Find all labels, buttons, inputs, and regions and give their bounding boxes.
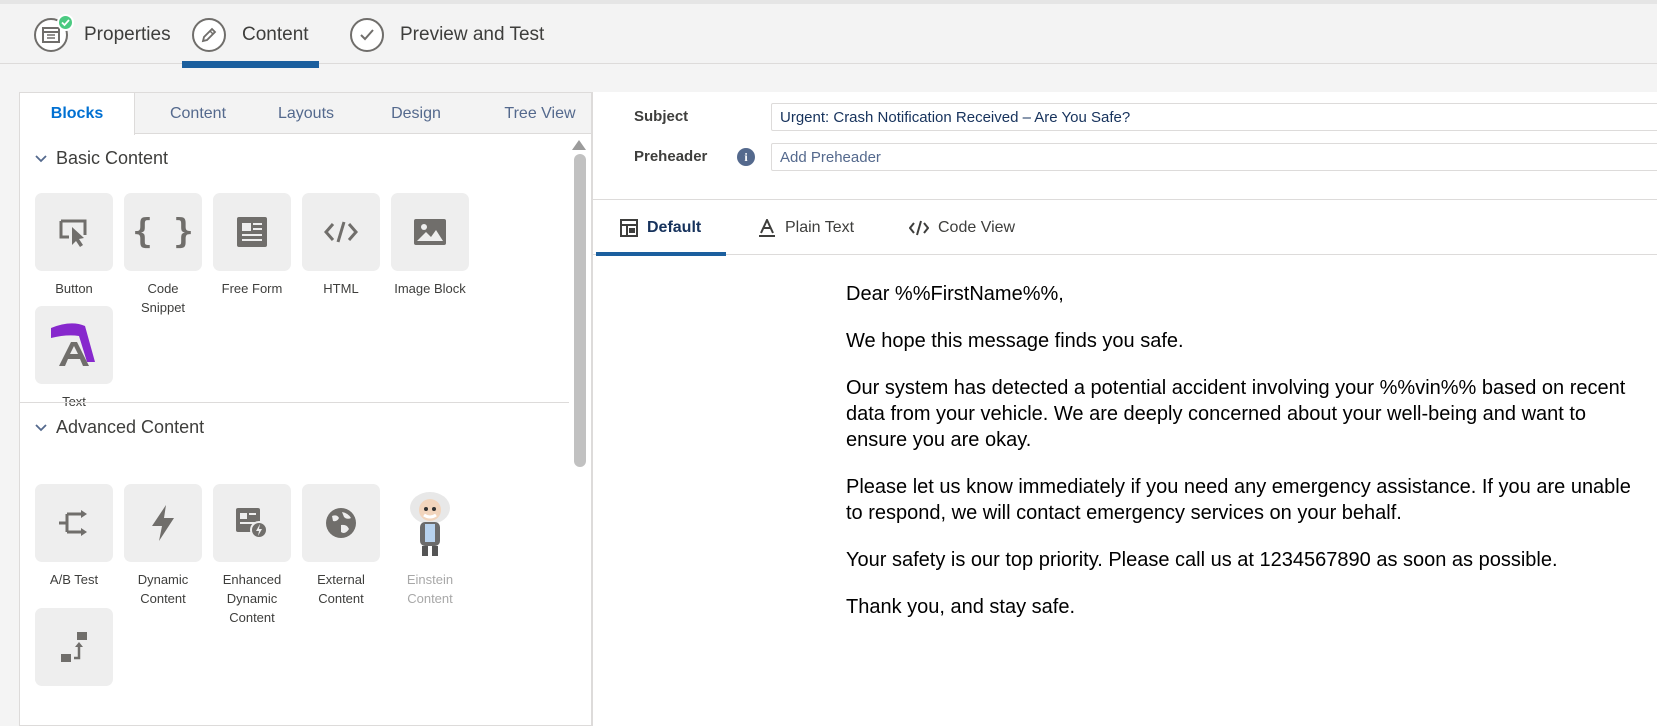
email-signoff: Thank you, and stay safe. <box>846 596 1076 618</box>
code-icon <box>324 221 358 243</box>
text-format-icon <box>758 218 776 237</box>
step-properties[interactable]: Properties <box>34 14 171 68</box>
tab-content[interactable]: Content <box>153 93 243 134</box>
einstein-icon <box>410 492 450 556</box>
check-icon <box>350 18 384 52</box>
tab-design[interactable]: Design <box>376 93 456 134</box>
section-title: Advanced Content <box>56 417 205 437</box>
block-enhanced-dynamic-content[interactable]: Enhanced Dynamic Content <box>213 484 291 627</box>
email-paragraph: We hope this message finds you safe. <box>846 330 1184 352</box>
chevron-down-icon <box>35 423 47 431</box>
image-icon <box>414 219 446 245</box>
code-icon <box>909 220 929 236</box>
tab-plain-text[interactable]: Plain Text <box>758 200 854 255</box>
block-einstein-content: Einstein Content <box>391 484 469 608</box>
tab-code-view[interactable]: Code View <box>909 200 1015 255</box>
advanced-content-header[interactable]: Advanced Content <box>34 417 204 438</box>
scrollbar-thumb[interactable] <box>574 154 586 467</box>
block-label: Button <box>55 281 93 296</box>
view-tabs: Default Plain Text Code View <box>593 199 1657 256</box>
curly-braces-icon: { } <box>132 212 194 252</box>
free-form-icon <box>237 217 267 247</box>
block-label: Image Block <box>394 281 466 296</box>
basic-content-header[interactable]: Basic Content <box>34 148 168 169</box>
block-code-snippet[interactable]: { } Code Snippet <box>124 193 202 317</box>
ab-test-icon <box>59 510 87 536</box>
email-greeting: Dear %%FirstName%%, <box>846 283 1064 305</box>
email-preview[interactable]: Dear %%FirstName%%, We hope this message… <box>846 281 1636 641</box>
email-editor: Subject Urgent: Crash Notification Recei… <box>592 92 1657 726</box>
info-icon[interactable]: i <box>737 148 755 166</box>
tab-label: Default <box>647 218 702 236</box>
block-label: A/B Test <box>49 572 99 587</box>
completed-check-icon <box>57 14 74 31</box>
button-icon <box>59 219 87 247</box>
step-content[interactable]: Content <box>182 16 319 68</box>
blocks-panel: Blocks Content Layouts Design Tree View … <box>19 92 592 726</box>
flow-icon <box>61 632 87 662</box>
subject-label: Subject <box>634 108 689 125</box>
step-label: Preview and Test <box>400 24 545 45</box>
tab-blocks[interactable]: Blocks <box>20 93 135 135</box>
block-more[interactable] <box>35 608 113 686</box>
email-paragraph: Please let us know immediately if you ne… <box>846 476 1631 524</box>
properties-icon <box>34 14 74 52</box>
layout-icon <box>620 218 638 237</box>
scroll-up-arrow-icon[interactable] <box>572 140 586 150</box>
tab-label: Code View <box>938 218 1016 236</box>
step-navigation: Properties Content Preview and Test <box>0 0 1657 68</box>
block-image[interactable]: Image Block <box>391 193 469 298</box>
panel-tabs: Blocks Content Layouts Design Tree View <box>20 93 591 135</box>
block-label: Free Form <box>221 281 283 296</box>
chevron-down-icon <box>35 154 47 162</box>
block-ab-test[interactable]: A/B Test <box>35 484 113 589</box>
block-free-form[interactable]: Free Form <box>213 193 291 298</box>
scrollbar[interactable] <box>569 134 591 725</box>
preheader-input[interactable]: Add Preheader <box>771 143 1657 171</box>
step-label: Content <box>242 24 309 45</box>
section-title: Basic Content <box>56 148 169 168</box>
block-text[interactable]: Text <box>35 306 113 411</box>
block-button[interactable]: Button <box>35 193 113 298</box>
text-icon <box>51 323 95 366</box>
block-label: Einstein Content <box>406 572 454 606</box>
step-preview-and-test[interactable]: Preview and Test <box>350 16 544 68</box>
tab-layouts[interactable]: Layouts <box>266 93 346 134</box>
block-label: Code Snippet <box>140 281 186 315</box>
block-label: Enhanced Dynamic Content <box>222 572 282 625</box>
tab-default[interactable]: Default <box>595 200 727 256</box>
email-paragraph: Our system has detected a potential acci… <box>846 377 1626 451</box>
block-html[interactable]: HTML <box>302 193 380 298</box>
subject-input[interactable]: Urgent: Crash Notification Received – Ar… <box>771 103 1657 131</box>
block-dynamic-content[interactable]: Dynamic Content <box>124 484 202 608</box>
block-label: HTML <box>323 281 359 296</box>
globe-icon <box>326 508 356 538</box>
block-label: External Content <box>317 572 365 606</box>
tab-tree-view[interactable]: Tree View <box>495 93 585 134</box>
block-label: Dynamic Content <box>137 572 189 606</box>
step-label: Properties <box>84 24 171 45</box>
block-external-content[interactable]: External Content <box>302 484 380 608</box>
email-paragraph: Your safety is our top priority. Please … <box>846 549 1558 571</box>
tab-label: Plain Text <box>785 218 855 236</box>
lightning-icon <box>152 505 174 541</box>
enhanced-dynamic-icon <box>236 508 268 539</box>
pencil-icon <box>192 18 226 52</box>
section-divider <box>20 402 570 403</box>
preheader-label: Preheader <box>634 148 708 165</box>
